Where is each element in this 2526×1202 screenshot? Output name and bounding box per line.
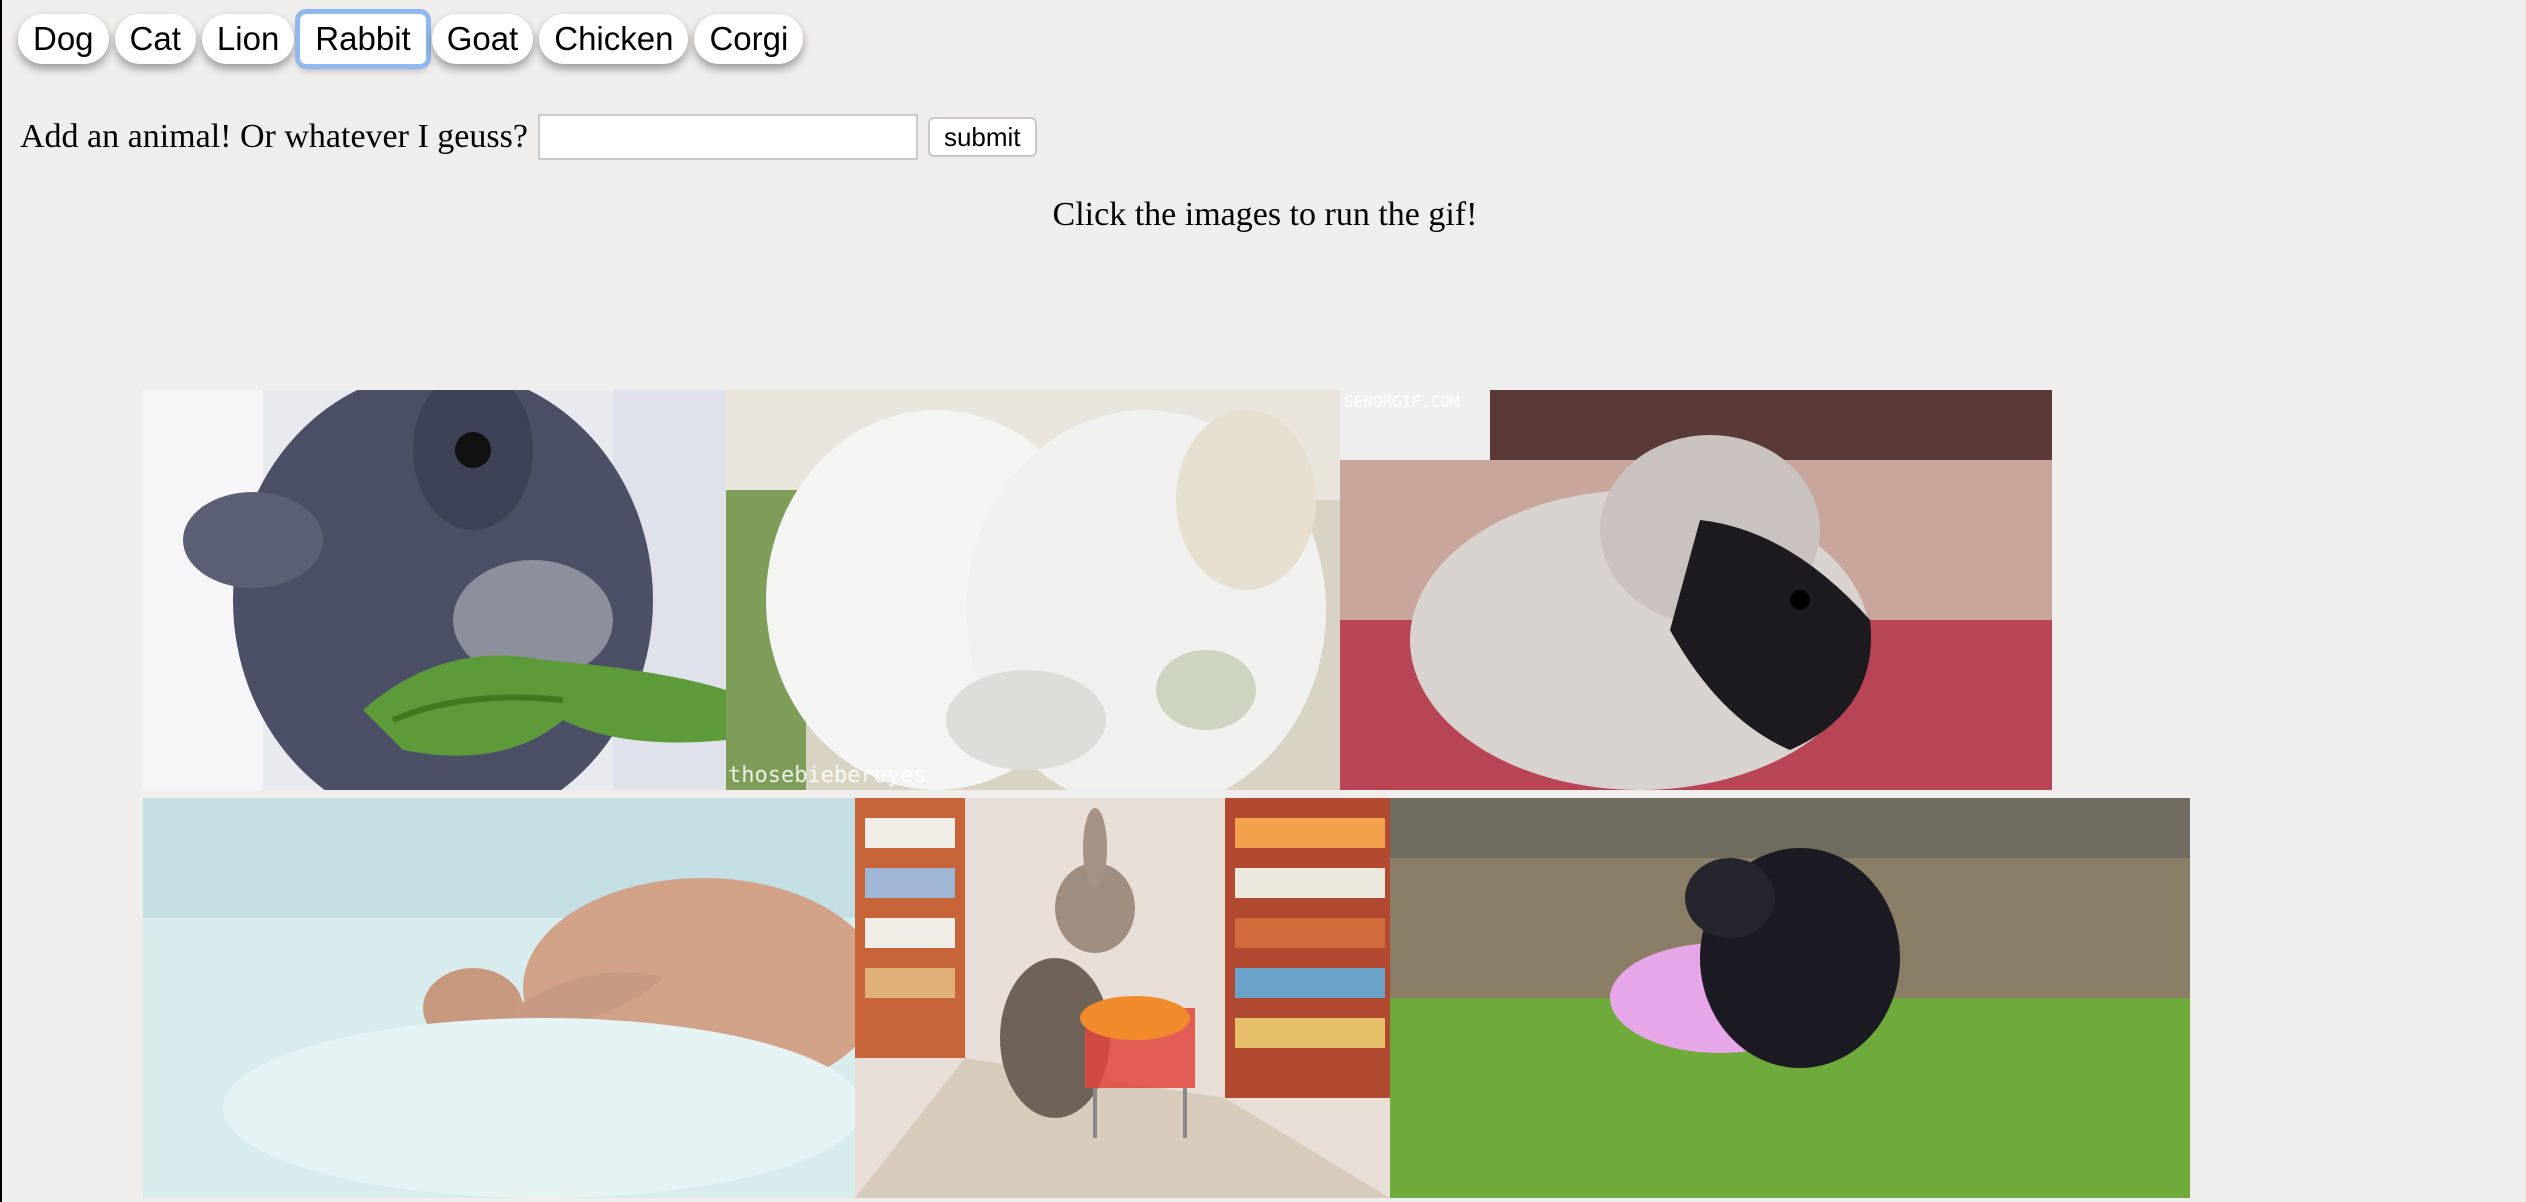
rabbit-gif-4[interactable]: [143, 798, 855, 1198]
page: Dog Cat Lion Rabbit Goat Chicken Corgi A…: [0, 0, 2526, 1202]
rabbit-gif-6[interactable]: [1390, 798, 2190, 1198]
corgi-button[interactable]: Corgi: [694, 14, 804, 64]
chicken-button[interactable]: Chicken: [539, 14, 689, 64]
goat-button[interactable]: Goat: [431, 14, 534, 64]
cat-button[interactable]: Cat: [114, 14, 196, 64]
gif-watermark: SENORGIF.COM: [1344, 392, 1460, 411]
submit-button[interactable]: submit: [927, 117, 1037, 157]
rabbit-gif-1[interactable]: [143, 390, 726, 790]
lion-button[interactable]: Lion: [201, 14, 295, 64]
instructions-text: Click the images to run the gif!: [1052, 196, 1478, 233]
rabbit-gif-2[interactable]: thosebiebereyes: [726, 390, 1340, 790]
animal-button-row: Dog Cat Lion Rabbit Goat Chicken Corgi: [18, 9, 804, 69]
add-animal-input[interactable]: [537, 114, 918, 160]
add-animal-form: Add an animal! Or whatever I geuss? subm…: [20, 114, 1037, 160]
add-animal-label: Add an animal! Or whatever I geuss?: [20, 118, 528, 155]
rabbit-gif-5[interactable]: [855, 798, 1390, 1198]
rabbit-gif-3[interactable]: SENORGIF.COM: [1340, 390, 2052, 790]
gif-watermark: thosebiebereyes: [728, 763, 927, 788]
dog-button[interactable]: Dog: [18, 14, 109, 64]
rabbit-button[interactable]: Rabbit: [295, 9, 431, 69]
